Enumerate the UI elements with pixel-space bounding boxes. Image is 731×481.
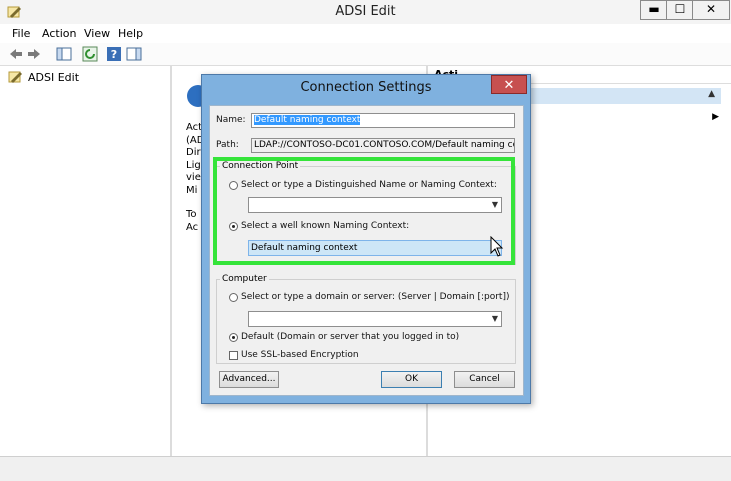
help-icon[interactable]: ? [106,46,122,62]
wellknown-combobox[interactable]: Default naming context ▼ [248,240,502,256]
connection-point-title: Connection Point [220,161,301,171]
name-value: Default naming context [254,115,361,125]
actions-section-header[interactable]: ▲ [528,88,721,104]
server-option-label[interactable]: Select or type a domain or server: (Serv… [241,292,509,302]
name-field[interactable]: Default naming context [251,113,515,128]
wellknown-option-label[interactable]: Select a well known Naming Context: [241,221,409,231]
cancel-button[interactable]: Cancel [454,371,515,388]
dialog-title: Connection Settings [300,80,432,95]
path-label: Path: [216,140,239,150]
menu-file[interactable]: File [12,27,30,40]
ssl-label[interactable]: Use SSL-based Encryption [241,350,359,360]
dialog-body: Name: Default naming context Path: LDAP:… [209,105,524,396]
default-option-label[interactable]: Default (Domain or server that you logge… [241,332,459,342]
show-hide-tree-icon[interactable] [56,46,72,62]
menu-view[interactable]: View [84,27,110,40]
svg-text:?: ? [111,48,117,61]
wellknown-combobox-value: Default naming context [251,243,358,253]
path-field[interactable]: LDAP://CONTOSO-DC01.CONTOSO.COM/Default … [251,138,515,153]
server-combobox[interactable]: ▼ [248,311,502,327]
dn-option-label[interactable]: Select or type a Distinguished Name or N… [241,180,497,190]
dialog-close-button[interactable]: ✕ [491,75,527,94]
status-bar [0,456,731,481]
toolbar: ? [0,43,731,66]
title-bar: ADSI Edit ▬ ☐ ✕ [0,0,731,25]
more-actions-icon[interactable]: ▶ [712,112,719,122]
minimize-button[interactable]: ▬ [640,0,668,20]
maximize-button[interactable]: ☐ [666,0,694,20]
refresh-icon[interactable] [82,46,98,62]
computer-title: Computer [220,274,269,284]
ok-button[interactable]: OK [381,371,442,388]
window-title: ADSI Edit [335,4,396,19]
tree-item-label: ADSI Edit [28,70,80,84]
dn-radio[interactable] [229,181,238,190]
adsi-edit-icon [8,71,22,83]
collapse-icon[interactable]: ▲ [708,89,715,99]
menu-action[interactable]: Action [42,27,76,40]
menu-help[interactable]: Help [118,27,143,40]
close-window-button[interactable]: ✕ [692,0,730,20]
chevron-down-icon[interactable]: ▼ [492,312,498,326]
wellknown-radio[interactable] [229,222,238,231]
show-action-pane-icon[interactable] [126,46,142,62]
mouse-cursor-icon [490,236,504,257]
advanced-button[interactable]: Advanced... [219,371,279,388]
default-radio[interactable] [229,333,238,342]
server-radio[interactable] [229,293,238,302]
menu-bar: File Action View Help [0,24,731,43]
connection-point-group: Connection Point Select or type a Distin… [216,161,516,265]
dn-combobox[interactable]: ▼ [248,197,502,213]
back-arrow-icon[interactable] [8,46,24,62]
ssl-checkbox[interactable] [229,351,238,360]
tree-item-adsi-edit[interactable]: ADSI Edit [8,70,79,84]
computer-group: Computer Select or type a domain or serv… [216,274,516,364]
tree-pane: ADSI Edit [0,66,172,456]
connection-settings-dialog: Connection Settings ✕ Name: Default nami… [201,74,531,404]
forward-arrow-icon[interactable] [26,46,42,62]
chevron-down-icon[interactable]: ▼ [492,198,498,212]
name-label: Name: [216,115,246,125]
